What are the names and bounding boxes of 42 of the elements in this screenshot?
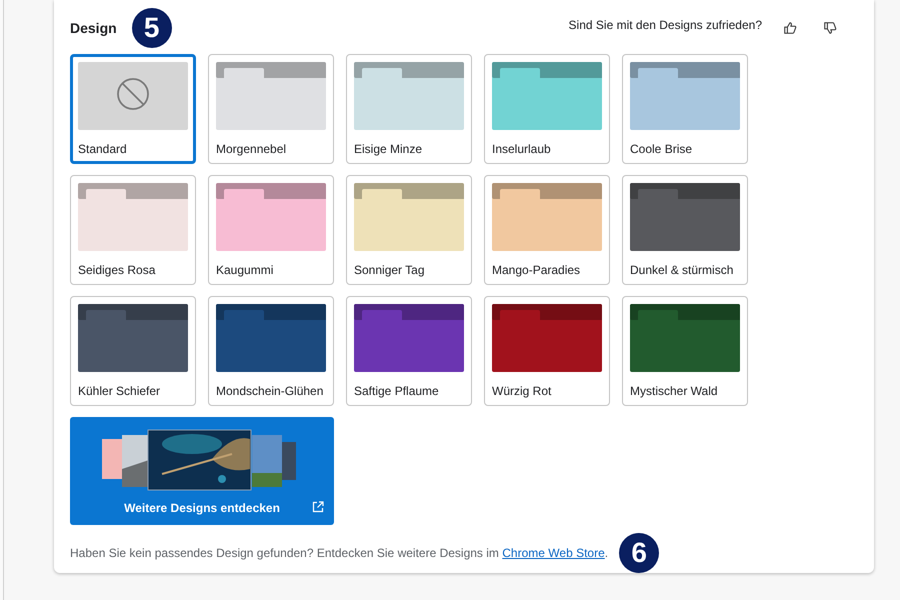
theme-label: Coole Brise: [630, 141, 694, 158]
theme-tile[interactable]: Mystischer Wald: [622, 296, 748, 406]
theme-tile[interactable]: Würzig Rot: [484, 296, 610, 406]
step-marker: 6: [619, 533, 660, 573]
theme-label: Inselurlaub: [492, 141, 552, 158]
theme-label: Seidiges Rosa: [78, 262, 156, 279]
theme-tile[interactable]: Saftige Pflaume: [346, 296, 472, 406]
section-title: Design: [70, 18, 117, 38]
theme-tile[interactable]: Standard: [70, 54, 196, 164]
blocked-icon: [117, 78, 149, 110]
theme-label: Standard: [78, 141, 128, 158]
theme-tile[interactable]: Morgennebel: [208, 54, 334, 164]
theme-tile[interactable]: Mango-Paradies: [484, 175, 610, 285]
theme-label: Mango-Paradies: [492, 262, 582, 279]
theme-tile[interactable]: Dunkel & stürmisch: [622, 175, 748, 285]
theme-tile[interactable]: Seidiges Rosa: [70, 175, 196, 285]
theme-tile[interactable]: Coole Brise: [622, 54, 748, 164]
theme-label: Saftige Pflaume: [354, 383, 440, 400]
theme-label: Würzig Rot: [492, 383, 552, 400]
theme-label: Sonniger Tag: [354, 262, 426, 279]
theme-tile[interactable]: Eisige Minze: [346, 54, 472, 164]
external-link-icon: [312, 501, 324, 513]
theme-label: Mystischer Wald: [630, 383, 719, 400]
feedback-question: Sind Sie mit den Designs zufrieden?: [568, 17, 762, 34]
theme-label: Kühler Schiefer: [78, 383, 162, 400]
footer-text: Haben Sie kein passendes Design gefunden? Entdecken Sie weitere Designs im Chrome Web Store.: [70, 545, 608, 562]
more-designs-label: Weitere Designs entdecken: [124, 500, 280, 517]
theme-tile[interactable]: Kühler Schiefer: [70, 296, 196, 406]
theme-label: Morgennebel: [216, 141, 288, 158]
theme-tile[interactable]: Mondschein-Glühen: [208, 296, 334, 406]
theme-label: Kaugummi: [216, 262, 274, 279]
chrome-web-store-link[interactable]: Chrome Web Store: [502, 546, 605, 560]
more-designs-button[interactable]: Weitere Designs entdecken: [70, 417, 334, 525]
theme-label: Mondschein-Glühen: [216, 383, 324, 400]
theme-label: Eisige Minze: [354, 141, 424, 158]
thumbs-up-icon: [783, 21, 797, 35]
theme-tile[interactable]: Inselurlaub: [484, 54, 610, 164]
theme-label: Dunkel & stürmisch: [630, 262, 734, 279]
theme-tile[interactable]: Sonniger Tag: [346, 175, 472, 285]
thumbs-down-icon: [823, 21, 837, 35]
step-marker: 5: [132, 8, 172, 48]
theme-tile[interactable]: Kaugummi: [208, 175, 334, 285]
